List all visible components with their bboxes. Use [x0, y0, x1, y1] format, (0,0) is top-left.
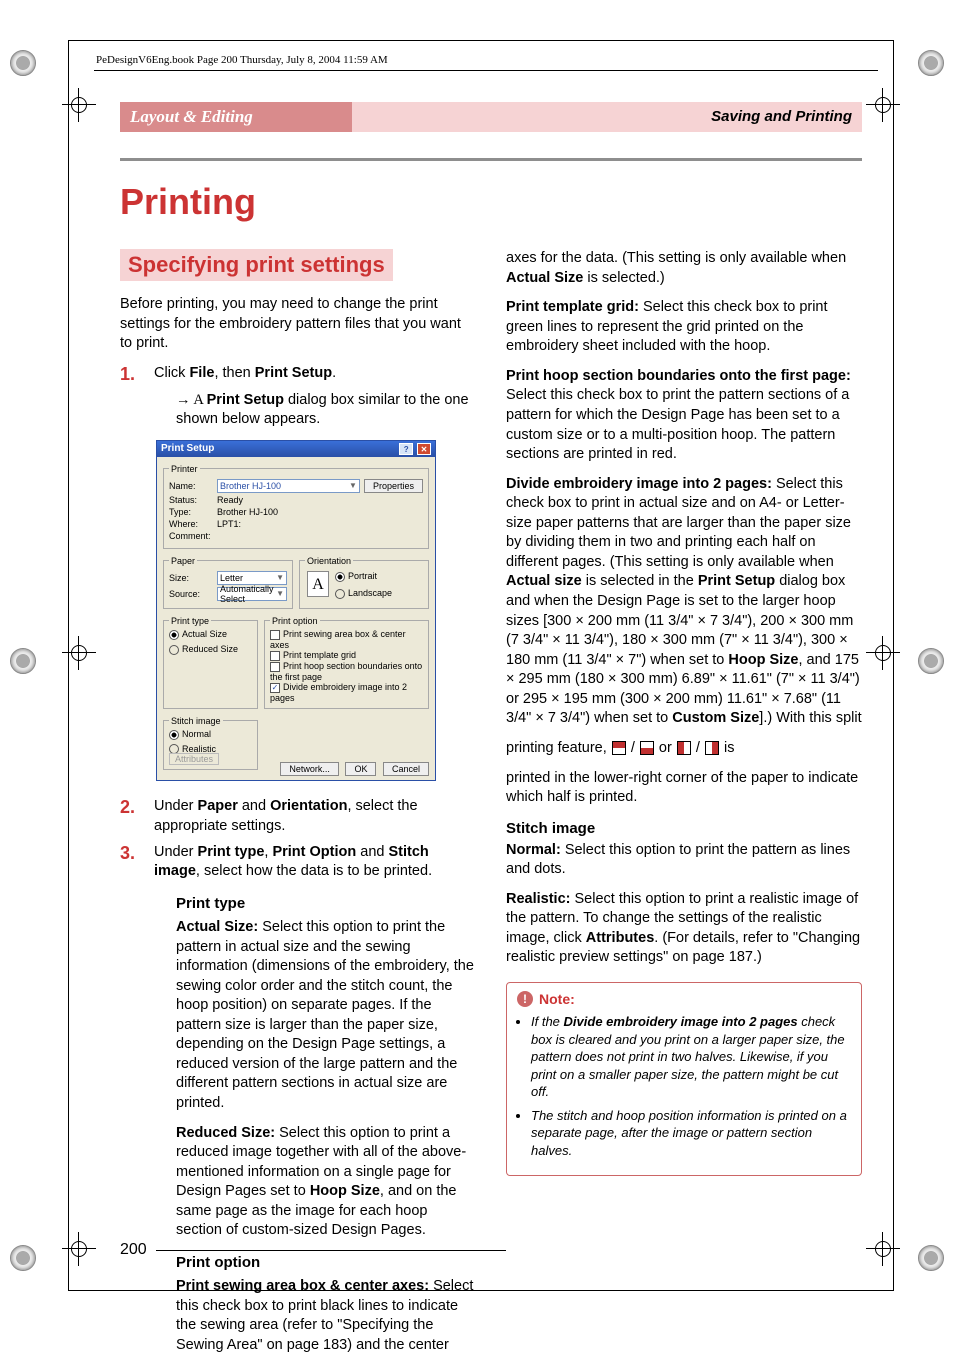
tab-left: Layout & Editing — [120, 102, 352, 132]
print-type-heading: Print type — [176, 894, 476, 914]
portrait-radio[interactable] — [335, 571, 348, 582]
page-number-rule — [156, 1250, 506, 1251]
print-option-group: Print option Print sewing area box & cen… — [264, 616, 429, 709]
alert-icon: ! — [517, 991, 533, 1007]
step-number: 1. — [120, 364, 140, 385]
split-feature-line: printing feature, / or / is — [506, 739, 862, 759]
note-heading: Note: — [539, 991, 575, 1007]
page-content: Layout & Editing Saving and Printing Pri… — [120, 102, 862, 1241]
actual-size-radio[interactable] — [169, 629, 182, 640]
step-number: 2. — [120, 797, 140, 836]
running-header: PeDesignV6Eng.book Page 200 Thursday, Ju… — [96, 54, 388, 66]
reg-mark — [918, 648, 944, 674]
orientation-preview-icon: A — [307, 571, 329, 597]
page-number: 200 — [120, 1241, 147, 1259]
attributes-button[interactable]: Attributes — [169, 753, 219, 765]
chevron-down-icon: ▼ — [276, 573, 284, 582]
reg-mark — [10, 648, 36, 674]
printer-name-select[interactable]: Brother HJ-100 ▼ — [217, 479, 360, 493]
half-bottom-icon — [640, 741, 654, 755]
intro-text: Before printing, you may need to change … — [120, 295, 476, 354]
print-type-group: Print type Actual Size Reduced Size — [163, 616, 258, 709]
paper-source-select[interactable]: Automatically Select ▼ — [217, 587, 287, 601]
opt3-check[interactable] — [270, 661, 283, 672]
opt4-check[interactable] — [270, 682, 283, 693]
boundaries-desc: Print hoop section boundaries onto the f… — [506, 367, 862, 465]
section-subtitle: Specifying print settings — [120, 249, 393, 281]
chevron-down-icon: ▼ — [349, 481, 357, 490]
reg-mark — [918, 1245, 944, 1271]
grid-desc: Print template grid: Select this check b… — [506, 298, 862, 357]
reduced-size-desc: Reduced Size: Select this option to prin… — [176, 1124, 476, 1241]
note-item-2: The stitch and hoop position information… — [531, 1107, 851, 1160]
orientation-group: Orientation A Portrait Landscape — [299, 556, 429, 609]
cancel-button[interactable]: Cancel — [383, 762, 429, 776]
properties-button[interactable]: Properties — [364, 479, 423, 493]
landscape-radio[interactable] — [335, 588, 348, 599]
reduced-size-radio[interactable] — [169, 644, 182, 655]
note-box: ! Note: If the Divide embroidery image i… — [506, 982, 862, 1176]
section-tabs: Layout & Editing Saving and Printing — [120, 102, 862, 132]
print-option-heading: Print option — [176, 1253, 476, 1273]
actual-size-desc: Actual Size: Select this option to print… — [176, 918, 476, 1114]
stitch-image-heading: Stitch image — [506, 820, 862, 837]
axes-desc: Print sewing area box & center axes: Sel… — [176, 1277, 476, 1355]
reg-mark — [918, 50, 944, 76]
tab-right: Saving and Printing — [352, 102, 862, 132]
right-column: axes for the data. (This setting is only… — [506, 249, 862, 1365]
printer-group: Printer Name: Brother HJ-100 ▼ Propertie… — [163, 464, 429, 549]
axes-desc-cont: axes for the data. (This setting is only… — [506, 249, 862, 288]
step-1: 1. Click File, then Print Setup. — [120, 364, 476, 385]
stitch-image-group: Stitch image Normal Realistic Attributes — [163, 716, 258, 771]
half-right-icon — [705, 741, 719, 755]
normal-radio[interactable] — [169, 729, 182, 740]
normal-desc: Normal: Select this option to print the … — [506, 841, 862, 880]
network-button[interactable]: Network... — [280, 762, 339, 776]
chevron-down-icon: ▼ — [276, 589, 284, 598]
step-1-result: → A Print Setup dialog box similar to th… — [176, 391, 476, 430]
opt1-check[interactable] — [270, 629, 283, 640]
step-2: 2. Under Paper and Orientation, select t… — [120, 797, 476, 836]
reg-mark — [10, 1245, 36, 1271]
dialog-title: Print Setup — [161, 443, 214, 454]
half-top-icon — [612, 741, 626, 755]
page-title: Printing — [120, 181, 862, 223]
reg-mark — [10, 50, 36, 76]
book-header-text: PeDesignV6Eng.book Page 200 Thursday, Ju… — [96, 54, 388, 66]
printed-lower: printed in the lower-right corner of the… — [506, 769, 862, 808]
realistic-desc: Realistic: Select this option to print a… — [506, 890, 862, 968]
opt2-check[interactable] — [270, 650, 283, 661]
close-icon[interactable]: ✕ — [417, 443, 431, 455]
divider — [120, 158, 862, 161]
step-3: 3. Under Print type, Print Option and St… — [120, 843, 476, 882]
paper-size-select[interactable]: Letter ▼ — [217, 571, 287, 585]
ok-button[interactable]: OK — [345, 762, 376, 776]
print-setup-dialog: Print Setup ? ✕ Printer Name: Brother HJ… — [156, 440, 436, 782]
half-left-icon — [677, 741, 691, 755]
help-icon[interactable]: ? — [399, 443, 413, 455]
note-item-1: If the Divide embroidery image into 2 pa… — [531, 1013, 851, 1101]
left-column: Specifying print settings Before printin… — [120, 249, 476, 1365]
paper-group: Paper Size: Letter ▼ Source: — [163, 556, 293, 609]
divide-desc: Divide embroidery image into 2 pages: Se… — [506, 475, 862, 729]
step-number: 3. — [120, 843, 140, 882]
dialog-titlebar: Print Setup ? ✕ — [157, 441, 435, 457]
